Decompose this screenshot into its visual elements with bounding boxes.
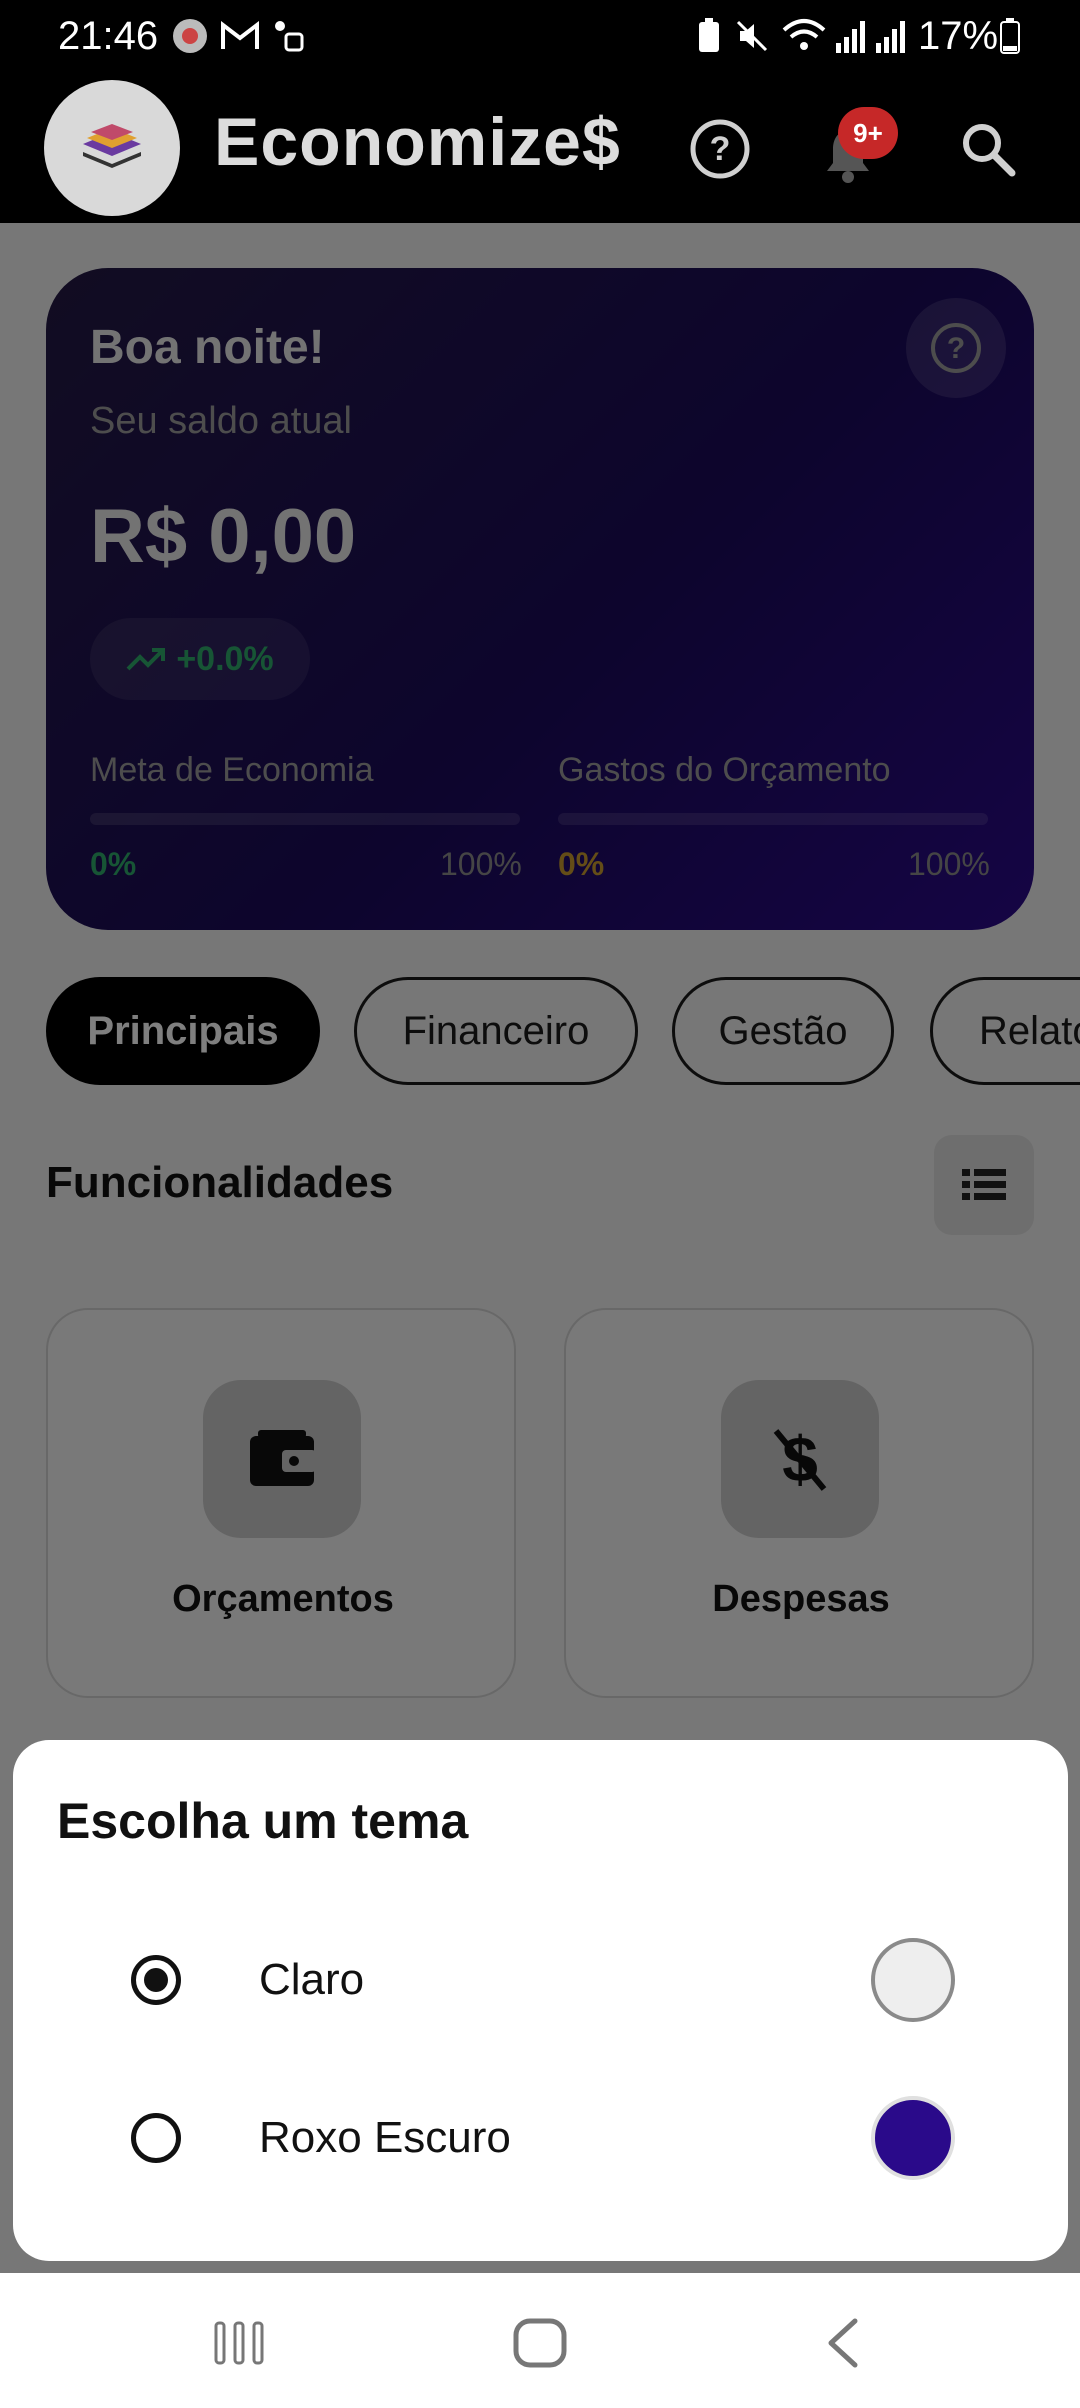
system-nav-bar <box>0 2273 1080 2408</box>
theme-option-claro[interactable]: Claro <box>13 1910 1068 2050</box>
svg-text:?: ? <box>710 130 731 168</box>
home-button[interactable] <box>495 2303 585 2383</box>
swatch-claro <box>871 1938 955 2022</box>
app-title: Economize$ <box>214 104 621 180</box>
status-time: 21:46 <box>58 14 159 58</box>
battery-icon <box>998 18 1022 54</box>
status-bar: 21:46 17% <box>0 0 1080 75</box>
back-icon <box>828 2318 858 2368</box>
option-label-claro: Claro <box>259 1955 365 2004</box>
recent-apps-button[interactable] <box>194 2303 284 2383</box>
layers-logo-icon <box>83 124 141 168</box>
accessibility-icon <box>268 18 308 54</box>
notification-badge: 9+ <box>838 107 898 159</box>
gmail-icon <box>218 18 262 54</box>
theme-option-roxo-escuro[interactable]: Roxo Escuro <box>13 2068 1068 2208</box>
recent-apps-icon <box>214 2321 264 2365</box>
radio-selected-dot <box>144 1968 168 1992</box>
theme-dialog: Escolha um tema Claro Roxo Escuro <box>13 1740 1068 2261</box>
battery-percentage: 17% <box>918 14 999 58</box>
radio-claro[interactable] <box>131 1955 181 2005</box>
mute-icon <box>732 18 772 54</box>
app-logo[interactable] <box>44 80 180 216</box>
search-icon[interactable] <box>948 109 1028 189</box>
app-bar: Economize$ ? 9+ <box>0 75 1080 223</box>
battery-saver-icon <box>694 18 724 54</box>
swatch-roxo-escuro <box>871 2096 955 2180</box>
back-button[interactable] <box>798 2303 888 2383</box>
signal-icon <box>832 18 868 54</box>
app-notification-icon <box>170 18 210 54</box>
help-icon[interactable]: ? <box>680 109 760 189</box>
radio-roxo-escuro[interactable] <box>131 2113 181 2163</box>
wifi-icon <box>780 18 828 54</box>
home-icon <box>513 2318 567 2368</box>
option-label-roxo-escuro: Roxo Escuro <box>259 2113 511 2162</box>
signal-icon-2 <box>872 18 908 54</box>
dialog-title: Escolha um tema <box>57 1793 469 1849</box>
